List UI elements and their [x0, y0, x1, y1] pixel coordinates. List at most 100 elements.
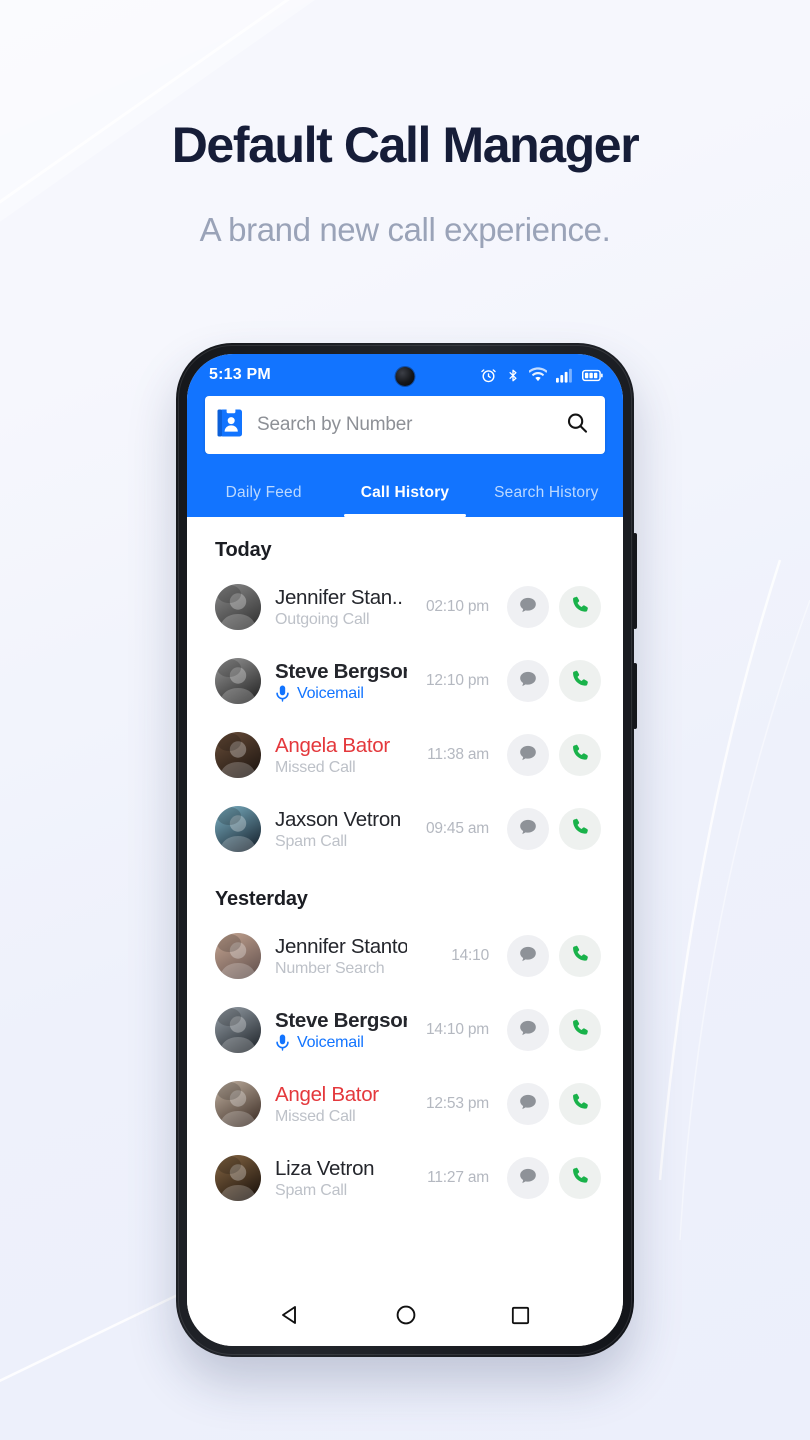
- call-time: 14:10: [451, 947, 489, 964]
- call-log-row[interactable]: Jennifer Stan.. Outgoing Call 02:10 pm: [187, 570, 623, 644]
- volume-button[interactable]: [633, 533, 637, 629]
- app-header: Search by Number Daily Feed Call History…: [187, 396, 623, 517]
- call-log-row[interactable]: Angela Bator Missed Call 11:38 am: [187, 718, 623, 792]
- call-row-text: Jennifer Stanton Number Search: [261, 935, 413, 978]
- call-row-text: Liza Vetron Spam Call: [261, 1157, 413, 1200]
- contact-name: Liza Vetron: [275, 1156, 375, 1180]
- message-button[interactable]: [507, 935, 549, 977]
- avatar[interactable]: [215, 1007, 261, 1053]
- message-button[interactable]: [507, 808, 549, 850]
- call-type-label: Number Search: [275, 959, 385, 977]
- avatar-image: [215, 658, 261, 704]
- call-button[interactable]: [559, 660, 601, 702]
- message-button[interactable]: [507, 586, 549, 628]
- call-subtitle: Spam Call: [275, 1182, 407, 1200]
- power-button[interactable]: [633, 663, 637, 729]
- phone-body: 5:13 PM Search by Number Daily Feed Call…: [176, 343, 637, 1357]
- call-log-row[interactable]: Steve Bergson Voicemail 14:10 pm: [187, 993, 623, 1067]
- call-row-text: Steve Bergson Voicemail: [261, 1009, 413, 1052]
- contact-name: Jennifer Stanton: [275, 934, 407, 958]
- message-button[interactable]: [507, 660, 549, 702]
- call-button[interactable]: [559, 586, 601, 628]
- message-button[interactable]: [507, 734, 549, 776]
- android-nav-bar: [187, 1284, 623, 1346]
- call-type-label: Spam Call: [275, 832, 348, 850]
- call-button[interactable]: [559, 1157, 601, 1199]
- call-history-list: Today Jennifer Stan.. Outgoing Call 02:10 p…: [187, 517, 623, 1284]
- call-subtitle: Voicemail: [275, 1034, 407, 1052]
- page-title: Default Call Manager: [171, 117, 640, 173]
- call-type-label: Missed Call: [275, 758, 356, 776]
- contacts-book-icon: [217, 407, 243, 443]
- avatar-image: [215, 933, 261, 979]
- status-bar-icons: [480, 354, 603, 396]
- alarm-icon: [480, 367, 497, 384]
- avatar[interactable]: [215, 933, 261, 979]
- call-subtitle: Voicemail: [275, 685, 407, 703]
- phone-screen: 5:13 PM Search by Number Daily Feed Call…: [187, 354, 623, 1346]
- call-log-row[interactable]: Liza Vetron Spam Call 11:27 am: [187, 1141, 623, 1215]
- avatar[interactable]: [215, 584, 261, 630]
- call-icon: [570, 668, 591, 694]
- call-log-row[interactable]: Steve Bergson Voicemail 12:10 pm: [187, 644, 623, 718]
- call-time: 14:10 pm: [425, 1021, 489, 1038]
- message-icon: [518, 743, 538, 768]
- call-time: 12:53 pm: [425, 1095, 489, 1112]
- avatar[interactable]: [215, 732, 261, 778]
- microphone-icon: [275, 1034, 290, 1052]
- call-button[interactable]: [559, 1009, 601, 1051]
- call-time: 12:10 pm: [425, 672, 489, 689]
- message-icon: [518, 944, 538, 969]
- call-row-text: Jennifer Stan.. Outgoing Call: [261, 586, 413, 629]
- message-icon: [518, 817, 538, 842]
- avatar[interactable]: [215, 806, 261, 852]
- message-icon: [518, 1092, 538, 1117]
- back-triangle-icon[interactable]: [278, 1302, 304, 1328]
- page-subtitle: A brand new call experience.: [199, 211, 611, 248]
- call-type-label: Outgoing Call: [275, 610, 370, 628]
- call-icon: [570, 1165, 591, 1191]
- avatar-image: [215, 1081, 261, 1127]
- search-bar[interactable]: Search by Number: [205, 396, 605, 454]
- home-circle-icon[interactable]: [394, 1303, 418, 1327]
- contact-name: Angela Bator: [275, 733, 390, 757]
- call-log-row[interactable]: Jaxson Vetron Spam Call 09:45 am: [187, 792, 623, 866]
- avatar-image: [215, 1155, 261, 1201]
- call-button[interactable]: [559, 1083, 601, 1125]
- call-subtitle: Number Search: [275, 960, 407, 978]
- message-icon: [518, 595, 538, 620]
- recents-square-icon[interactable]: [509, 1304, 532, 1327]
- avatar[interactable]: [215, 1155, 261, 1201]
- call-button[interactable]: [559, 935, 601, 977]
- call-subtitle: Spam Call: [275, 833, 407, 851]
- call-button[interactable]: [559, 808, 601, 850]
- call-log-row[interactable]: Angel Bator Missed Call 12:53 pm: [187, 1067, 623, 1141]
- tab-bar: Daily Feed Call History Search History: [187, 454, 623, 517]
- message-button[interactable]: [507, 1083, 549, 1125]
- call-button[interactable]: [559, 734, 601, 776]
- message-button[interactable]: [507, 1009, 549, 1051]
- call-time: 09:45 am: [425, 820, 489, 837]
- tab-search-history[interactable]: Search History: [476, 484, 617, 517]
- search-input[interactable]: Search by Number: [257, 414, 565, 436]
- call-row-text: Jaxson Vetron Spam Call: [261, 808, 413, 851]
- search-icon[interactable]: [565, 411, 589, 440]
- avatar-image: [215, 584, 261, 630]
- tab-daily-feed[interactable]: Daily Feed: [193, 484, 334, 517]
- call-subtitle: Outgoing Call: [275, 611, 407, 629]
- avatar-image: [215, 732, 261, 778]
- avatar[interactable]: [215, 658, 261, 704]
- tab-call-history[interactable]: Call History: [334, 484, 475, 517]
- call-type-label: Voicemail: [297, 684, 364, 702]
- contact-name: Steve Bergson: [275, 659, 407, 683]
- section-header-yesterday: Yesterday: [215, 888, 308, 910]
- call-time: 11:27 am: [427, 1169, 489, 1186]
- contact-name: Angel Bator: [275, 1082, 379, 1106]
- call-subtitle: Missed Call: [275, 1108, 407, 1126]
- avatar[interactable]: [215, 1081, 261, 1127]
- section-header-today: Today: [215, 539, 272, 561]
- call-icon: [570, 816, 591, 842]
- message-button[interactable]: [507, 1157, 549, 1199]
- hero-section: Default Call Manager A brand new call ex…: [0, 118, 810, 249]
- call-log-row[interactable]: Jennifer Stanton Number Search 14:10: [187, 919, 623, 993]
